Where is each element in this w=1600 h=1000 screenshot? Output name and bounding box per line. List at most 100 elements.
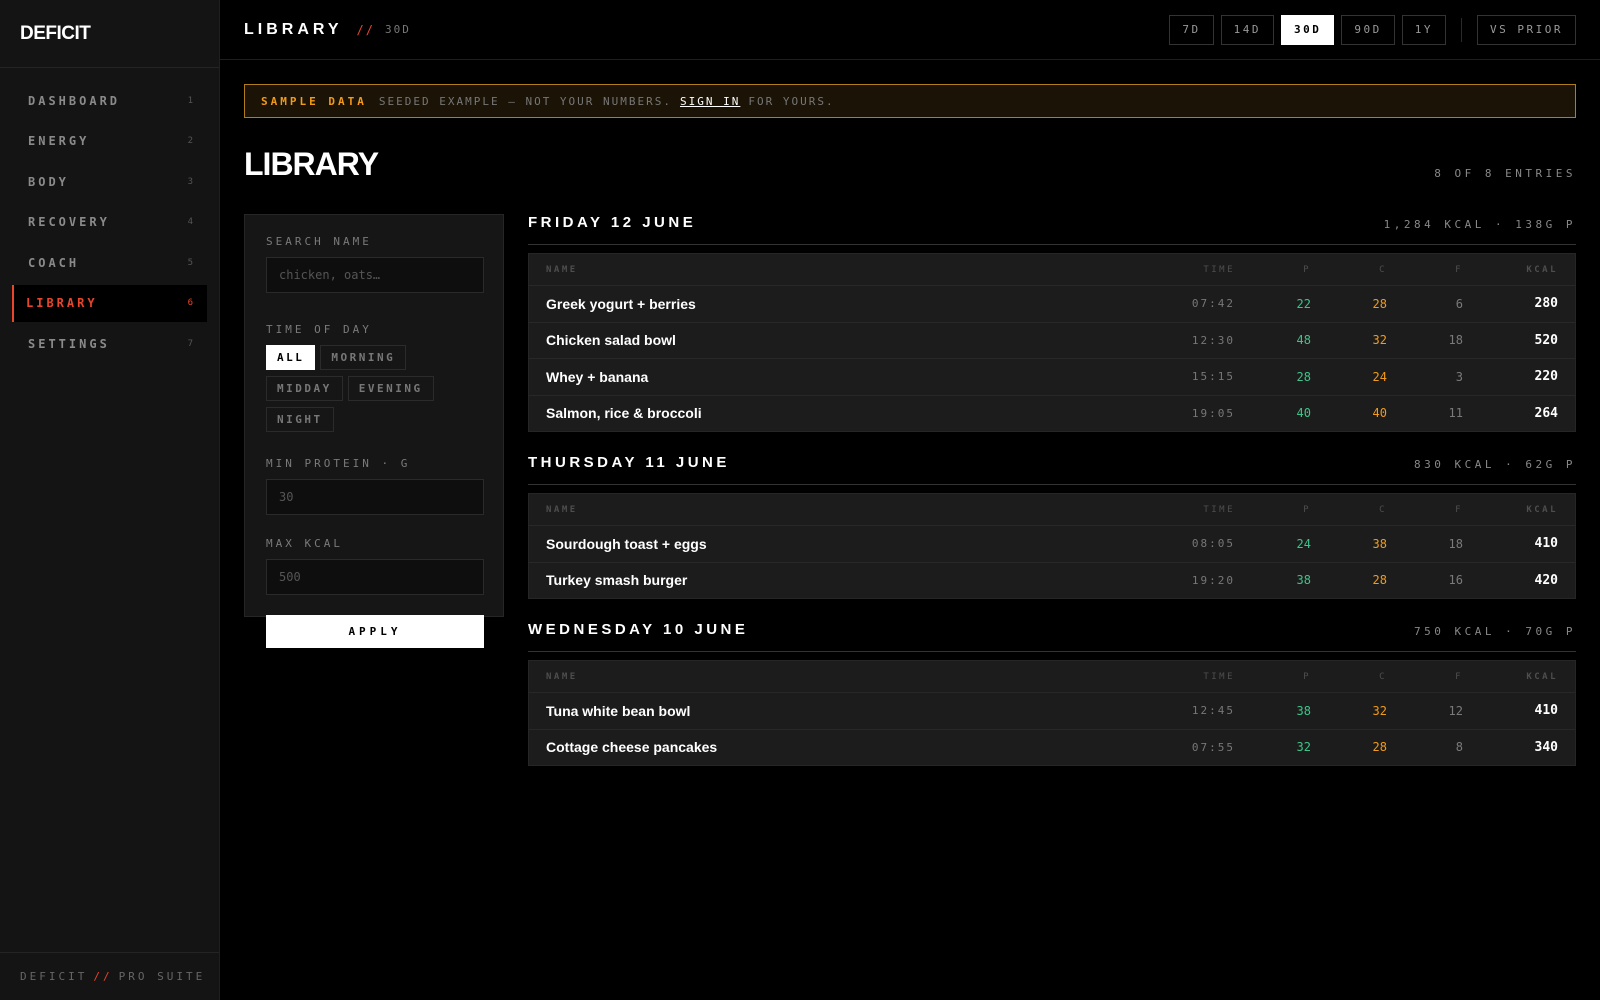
col-protein: P xyxy=(1303,264,1311,275)
table-header: NAME TIME P C F KCAL xyxy=(529,494,1575,525)
sidebar-item-dashboard[interactable]: DASHBOARD 1 xyxy=(12,82,207,119)
min-protein-input[interactable] xyxy=(266,479,484,515)
sidebar-item-library[interactable]: LIBRARY 6 xyxy=(12,284,207,322)
search-label: SEARCH NAME xyxy=(266,235,372,248)
table-row[interactable]: Greek yogurt + berries 07:42 22 28 6 280 xyxy=(529,285,1575,322)
table-row[interactable]: Whey + banana 15:15 28 24 3 220 xyxy=(529,358,1575,395)
entries-table: NAME TIME P C F KCAL Tuna white bean bow… xyxy=(528,660,1576,766)
entry-kcal: 410 xyxy=(1534,536,1558,552)
footer-brand: DEFICIT xyxy=(20,970,88,983)
max-kcal-input[interactable] xyxy=(266,559,484,595)
header-separator: // xyxy=(356,22,375,37)
chip-all[interactable]: ALL xyxy=(266,345,316,370)
range-30d-button[interactable]: 30D xyxy=(1281,14,1335,45)
entry-kcal: 520 xyxy=(1534,332,1558,348)
time-of-day-chips: ALL MORNING MIDDAY EVENING NIGHT xyxy=(266,345,488,438)
day-group: FRIDAY 12 JUNE 1,284 KCAL · 138G P NAME … xyxy=(528,214,1576,432)
range-1y-button[interactable]: 1Y xyxy=(1401,14,1447,45)
search-input[interactable] xyxy=(266,257,484,293)
entry-time: 08:05 xyxy=(1191,537,1235,551)
entry-kcal: 410 xyxy=(1534,703,1558,719)
range-7d-button[interactable]: 7D xyxy=(1169,14,1214,45)
entry-time: 12:45 xyxy=(1191,704,1235,718)
table-row[interactable]: Cottage cheese pancakes 07:55 32 28 8 34… xyxy=(529,728,1575,766)
entry-carbs: 38 xyxy=(1372,536,1387,551)
apply-button[interactable]: APPLY xyxy=(266,615,484,648)
sidebar-item-label: BODY xyxy=(28,174,69,189)
entry-protein: 28 xyxy=(1296,369,1311,384)
min-protein-label: MIN PROTEIN · G xyxy=(266,457,411,470)
col-time: TIME xyxy=(1203,504,1235,515)
sidebar-item-label: LIBRARY xyxy=(26,296,98,310)
entries-table: NAME TIME P C F KCAL Greek yogurt + berr… xyxy=(528,253,1576,432)
entry-kcal: 220 xyxy=(1534,369,1558,385)
table-row[interactable]: Sourdough toast + eggs 08:05 24 38 18 41… xyxy=(529,525,1575,562)
entry-protein: 48 xyxy=(1296,333,1311,348)
sample-data-banner: SAMPLE DATA SEEDED EXAMPLE — NOT YOUR NU… xyxy=(244,84,1576,118)
entry-carbs: 28 xyxy=(1372,296,1387,311)
compare-prior-button[interactable]: VS PRIOR xyxy=(1477,14,1576,45)
sidebar-item-settings[interactable]: SETTINGS 7 xyxy=(12,325,207,362)
range-14d-button[interactable]: 14D xyxy=(1220,14,1275,45)
entry-name: Turkey smash burger xyxy=(546,572,688,589)
entry-fat: 18 xyxy=(1448,536,1463,551)
sidebar-item-label: RECOVERY xyxy=(28,215,110,229)
sidebar-item-body[interactable]: BODY 3 xyxy=(12,163,207,200)
sidebar-item-shortcut: 4 xyxy=(187,217,193,227)
sign-in-link[interactable]: SIGN IN xyxy=(680,95,740,108)
entry-protein: 38 xyxy=(1296,573,1311,588)
table-row[interactable]: Tuna white bean bowl 12:45 38 32 12 410 xyxy=(529,692,1575,729)
sidebar-item-coach[interactable]: COACH 5 xyxy=(12,244,207,281)
entry-name: Sourdough toast + eggs xyxy=(546,535,707,552)
table-row[interactable]: Salmon, rice & broccoli 19:05 40 40 11 2… xyxy=(529,394,1575,432)
entry-fat: 3 xyxy=(1455,369,1463,384)
footer-edition: PRO SUITE xyxy=(118,970,206,983)
entry-name: Salmon, rice & broccoli xyxy=(546,405,702,422)
entry-name: Cottage cheese pancakes xyxy=(546,739,718,756)
sidebar-item-label: DASHBOARD xyxy=(28,93,121,108)
chip-evening[interactable]: EVENING xyxy=(347,376,434,401)
day-title: THURSDAY 11 JUNE xyxy=(528,454,730,471)
entry-carbs: 24 xyxy=(1372,369,1387,384)
entry-time: 15:15 xyxy=(1191,370,1235,384)
range-selector: 7D 14D 30D 90D 1Y VS PRIOR xyxy=(1162,14,1576,45)
col-protein: P xyxy=(1303,671,1311,682)
range-90d-button[interactable]: 90D xyxy=(1341,14,1395,45)
max-kcal-label: MAX KCAL xyxy=(266,537,343,550)
entry-kcal: 420 xyxy=(1534,572,1558,588)
sidebar-item-energy[interactable]: ENERGY 2 xyxy=(12,123,207,160)
page-title: LIBRARY xyxy=(244,146,379,182)
day-summary: 830 KCAL · 62G P xyxy=(1414,458,1576,471)
sidebar-nav: DASHBOARD 1 ENERGY 2 BODY 3 RECOVERY 4 C… xyxy=(0,68,219,380)
chip-midday[interactable]: MIDDAY xyxy=(266,376,343,401)
entry-protein: 24 xyxy=(1296,536,1311,551)
day-header: FRIDAY 12 JUNE 1,284 KCAL · 138G P xyxy=(528,214,1576,245)
col-fat: F xyxy=(1455,504,1463,515)
entry-time: 19:05 xyxy=(1191,406,1235,420)
chip-night[interactable]: NIGHT xyxy=(266,407,334,432)
entry-count: 8 OF 8 ENTRIES xyxy=(1434,167,1576,180)
entry-time: 07:42 xyxy=(1191,297,1235,311)
sidebar-item-shortcut: 5 xyxy=(187,257,193,268)
sidebar-item-shortcut: 1 xyxy=(187,95,193,106)
entry-time: 07:55 xyxy=(1191,740,1235,754)
entry-name: Greek yogurt + berries xyxy=(546,295,696,312)
table-row[interactable]: Turkey smash burger 19:20 38 28 16 420 xyxy=(529,561,1575,599)
table-header: NAME TIME P C F KCAL xyxy=(529,661,1575,692)
range-divider xyxy=(1461,17,1463,42)
time-of-day-label: TIME OF DAY xyxy=(266,323,372,336)
sidebar-item-recovery[interactable]: RECOVERY 4 xyxy=(12,204,207,241)
table-row[interactable]: Chicken salad bowl 12:30 48 32 18 520 xyxy=(529,321,1575,359)
col-fat: F xyxy=(1455,264,1463,275)
entry-protein: 22 xyxy=(1296,296,1311,311)
entry-carbs: 32 xyxy=(1372,333,1387,348)
sidebar-footer: DEFICIT // PRO SUITE xyxy=(0,952,219,1000)
day-header: THURSDAY 11 JUNE 830 KCAL · 62G P xyxy=(528,454,1576,485)
entry-fat: 12 xyxy=(1448,703,1463,718)
entry-kcal: 280 xyxy=(1534,296,1558,312)
col-kcal: KCAL xyxy=(1526,264,1558,275)
chip-morning[interactable]: MORNING xyxy=(320,345,407,370)
brand-logo[interactable]: DEFICIT xyxy=(20,23,91,45)
entry-protein: 38 xyxy=(1296,703,1311,718)
col-fat: F xyxy=(1455,671,1463,682)
